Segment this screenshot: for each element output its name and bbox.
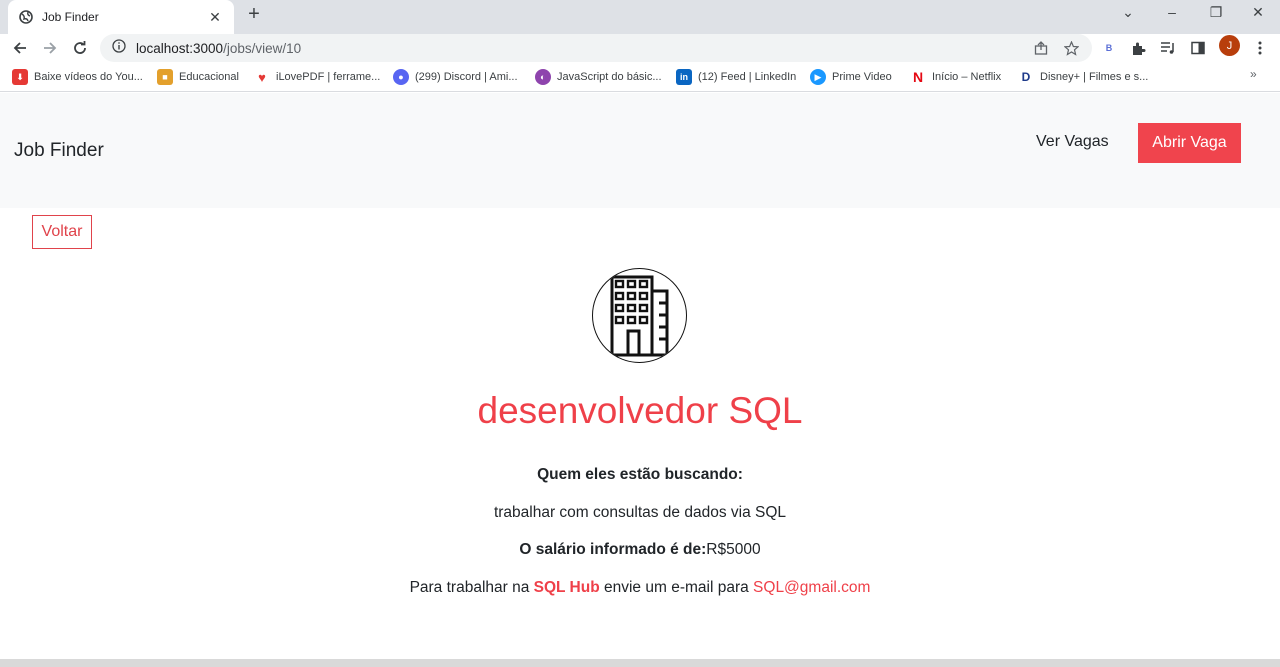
bookmark-item[interactable]: N Início – Netflix bbox=[910, 67, 1001, 87]
forward-arrow-icon[interactable] bbox=[38, 36, 62, 60]
bookmark-label: (12) Feed | LinkedIn bbox=[698, 71, 797, 83]
job-description: trabalhar com consultas de dados via SQL bbox=[493, 504, 787, 521]
bookmark-label: Disney+ | Filmes e s... bbox=[1040, 71, 1149, 83]
globe-icon bbox=[18, 9, 34, 25]
minimize-button[interactable]: – bbox=[1154, 0, 1190, 24]
disney-icon: D bbox=[1021, 70, 1031, 84]
info-icon[interactable] bbox=[112, 38, 126, 58]
site-header: Job Finder Ver Vagas Abrir Vaga bbox=[0, 93, 1280, 208]
address-bar[interactable]: localhost:3000/jobs/view/10 bbox=[100, 34, 1092, 62]
email-link[interactable]: SQL@gmail.com bbox=[753, 579, 870, 596]
salary-line: O salário informado é de:R$5000 bbox=[0, 541, 1280, 559]
seeking-label: Quem eles estão buscando: bbox=[537, 466, 743, 483]
company-name: SQL Hub bbox=[533, 579, 600, 596]
salary-label: O salário informado é de: bbox=[519, 541, 707, 558]
back-arrow-icon[interactable] bbox=[8, 36, 32, 60]
tab-close-icon[interactable]: ✕ bbox=[206, 8, 224, 26]
brand-logo-text[interactable]: Job Finder bbox=[14, 140, 104, 162]
abrir-vaga-button[interactable]: Abrir Vaga bbox=[1138, 123, 1241, 163]
menu-kebab-icon[interactable] bbox=[1250, 38, 1270, 58]
folder-icon: ■ bbox=[157, 69, 173, 85]
bookmark-label: Educacional bbox=[179, 71, 239, 83]
contact-prefix: Para trabalhar na bbox=[409, 579, 530, 596]
side-panel-icon[interactable] bbox=[1188, 38, 1208, 58]
bookmark-star-icon[interactable] bbox=[1063, 40, 1079, 56]
extension-b-icon[interactable]: B bbox=[1099, 38, 1119, 58]
linkedin-icon: in bbox=[676, 69, 692, 85]
contact-line: Para trabalhar na SQL Hub envie um e-mai… bbox=[0, 579, 1280, 597]
bookmark-item[interactable]: ♥ iLovePDF | ferrame... bbox=[254, 67, 380, 87]
bookmark-label: (299) Discord | Ami... bbox=[415, 71, 518, 83]
bookmark-label: Baixe vídeos do You... bbox=[34, 71, 143, 83]
contact-middle: envie um e-mail para bbox=[604, 579, 749, 596]
bookmark-label: Prime Video bbox=[832, 71, 892, 83]
restore-button[interactable]: ❐ bbox=[1198, 0, 1234, 24]
new-tab-button[interactable]: + bbox=[242, 2, 266, 26]
reload-icon[interactable] bbox=[68, 36, 92, 60]
bookmark-label: Início – Netflix bbox=[932, 71, 1002, 83]
close-window-button[interactable]: ✕ bbox=[1240, 0, 1276, 24]
bookmark-item[interactable]: ▶ Prime Video bbox=[810, 67, 892, 87]
url-text: localhost:3000/jobs/view/10 bbox=[136, 41, 301, 56]
download-icon: ⬇ bbox=[12, 69, 28, 85]
bookmark-item[interactable]: in (12) Feed | LinkedIn bbox=[676, 67, 796, 87]
js-icon: ◐ bbox=[535, 69, 551, 85]
url-host: localhost:3000 bbox=[136, 40, 224, 56]
profile-avatar[interactable]: J bbox=[1219, 35, 1240, 56]
salary-value: R$5000 bbox=[706, 541, 761, 558]
bookmark-item[interactable]: D Disney+ | Filmes e s... bbox=[1018, 67, 1149, 87]
horizontal-scrollbar[interactable] bbox=[0, 659, 1280, 667]
browser-tab-strip: Job Finder ✕ + ⌄ – ❐ ✕ bbox=[0, 0, 1280, 34]
bookmark-item[interactable]: ◐ JavaScript do básic... bbox=[535, 67, 662, 87]
bookmark-item[interactable]: ● (299) Discord | Ami... bbox=[393, 67, 518, 87]
tab-title: Job Finder bbox=[42, 10, 99, 24]
company-building-icon bbox=[592, 268, 687, 363]
browser-toolbar: localhost:3000/jobs/view/10 B bbox=[0, 34, 1280, 62]
netflix-icon: N bbox=[912, 69, 924, 85]
bookmark-item[interactable]: ■ Educacional bbox=[157, 67, 239, 87]
tab-search-icon[interactable]: ⌄ bbox=[1110, 0, 1146, 24]
discord-icon: ● bbox=[393, 69, 409, 85]
job-title: desenvolvedor SQL bbox=[477, 390, 803, 431]
bookmark-label: iLovePDF | ferrame... bbox=[276, 71, 381, 83]
browser-tab[interactable]: Job Finder ✕ bbox=[8, 0, 234, 34]
url-path: /jobs/view/10 bbox=[223, 40, 302, 56]
bookmark-label: JavaScript do básic... bbox=[557, 71, 662, 83]
play-icon: ▶ bbox=[810, 69, 826, 85]
bookmarks-overflow-button[interactable]: » bbox=[1250, 67, 1257, 81]
heart-icon: ♥ bbox=[258, 69, 266, 85]
reading-list-icon[interactable] bbox=[1158, 38, 1178, 58]
back-button[interactable]: Voltar bbox=[32, 215, 92, 249]
share-icon[interactable] bbox=[1033, 40, 1049, 56]
bookmarks-bar: ⬇ Baixe vídeos do You... ■ Educacional ♥ iL… bbox=[0, 62, 1280, 92]
bookmark-item[interactable]: ⬇ Baixe vídeos do You... bbox=[12, 67, 143, 87]
extensions-puzzle-icon[interactable] bbox=[1128, 38, 1148, 58]
ver-vagas-link[interactable]: Ver Vagas bbox=[1036, 133, 1109, 151]
